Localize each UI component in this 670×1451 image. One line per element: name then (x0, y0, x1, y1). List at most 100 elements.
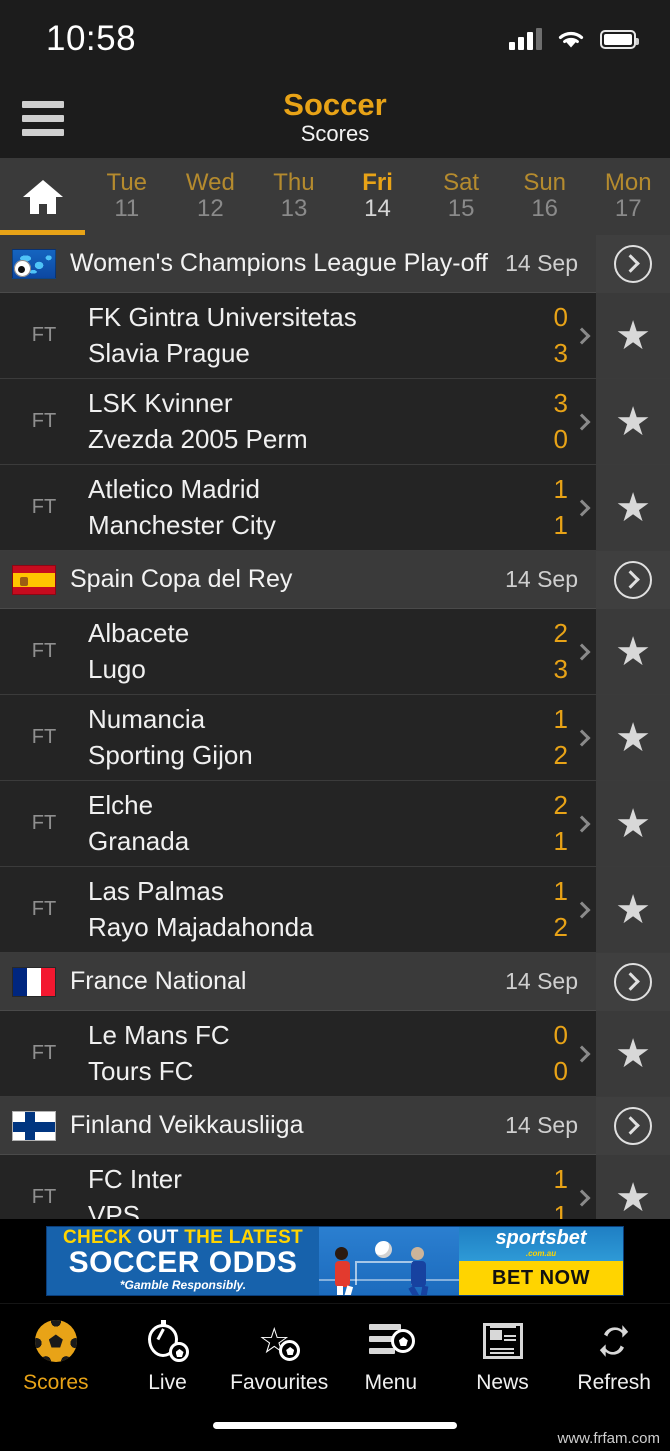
tab-home[interactable] (0, 158, 85, 235)
league-detail-button[interactable] (596, 1096, 670, 1155)
page-subtitle: Scores (300, 121, 370, 147)
away-team-name: Slavia Prague (88, 337, 250, 368)
home-team-name: FK Gintra Universitetas (88, 301, 357, 332)
date-tab-num: 14 (364, 195, 391, 223)
date-tab-bar: Tue 11 Wed 12 Thu 13 Fri 14 Sat 15 Sun 1… (0, 158, 670, 235)
date-tab-fri[interactable]: Fri 14 (336, 158, 420, 235)
league-detail-button[interactable] (596, 952, 670, 1011)
chevron-right-circle-icon (614, 560, 652, 599)
star-icon: ★ (615, 801, 651, 846)
date-tab-wed[interactable]: Wed 12 (169, 158, 253, 235)
favourite-button[interactable]: ★ (596, 609, 670, 694)
date-tab-dow: Sat (443, 169, 480, 197)
nav-item-menu[interactable]: Menu (335, 1318, 447, 1395)
away-team-name: Tours FC (88, 1055, 194, 1086)
star-icon: ★ (615, 1175, 651, 1220)
world-globe-soccer-icon (12, 248, 56, 279)
match-teams: Elche Granada (88, 781, 528, 866)
table-row[interactable]: FT Le Mans FC Tours FC 0 0 ★ (0, 1011, 670, 1097)
league-header-spain-copa-del-rey[interactable]: Spain Copa del Rey 14 Sep (0, 550, 670, 609)
table-row[interactable]: FT Atletico Madrid Manchester City 1 1 ★ (0, 465, 670, 551)
home-team-name: Elche (88, 789, 154, 820)
away-score: 0 (553, 423, 568, 454)
table-row[interactable]: FT Las Palmas Rayo Majadahonda 1 2 ★ (0, 867, 670, 953)
nav-label: Refresh (577, 1371, 651, 1394)
star-icon: ★ (615, 715, 651, 760)
league-detail-button[interactable] (596, 235, 670, 293)
chevron-right-icon (568, 781, 596, 866)
favourite-button[interactable]: ★ (596, 293, 670, 378)
league-header-finland-veikkausliiga[interactable]: Finland Veikkausliiga 14 Sep (0, 1096, 670, 1155)
ad-content[interactable]: CHECK OUT THE LATEST SOCCER ODDS *Gamble… (46, 1226, 624, 1296)
flag-france-icon (12, 966, 56, 997)
match-scores: 1 2 (528, 867, 568, 952)
chevron-right-icon (568, 465, 596, 550)
match-scores: 1 1 (528, 465, 568, 550)
chevron-right-circle-icon (614, 1106, 652, 1145)
favourite-button[interactable]: ★ (596, 379, 670, 464)
page-title: Soccer (283, 86, 387, 122)
nav-item-favourites[interactable]: ☆ Favourites (223, 1318, 335, 1395)
away-team-name: Lugo (88, 653, 146, 684)
date-tab-sat[interactable]: Sat 15 (419, 158, 503, 235)
signal-bars-icon (509, 28, 542, 50)
star-icon: ★ (615, 399, 651, 444)
match-status: FT (31, 812, 57, 834)
home-indicator[interactable] (213, 1422, 457, 1429)
favourite-button[interactable]: ★ (596, 695, 670, 780)
match-teams: Albacete Lugo (88, 609, 528, 694)
favourite-button[interactable]: ★ (596, 867, 670, 952)
ad-cta-button[interactable]: BET NOW (459, 1261, 623, 1295)
nav-item-news[interactable]: News (447, 1318, 559, 1395)
nav-item-scores[interactable]: Scores (0, 1318, 112, 1395)
date-tab-mon[interactable]: Mon 17 (586, 158, 670, 235)
away-score: 2 (553, 739, 568, 770)
table-row[interactable]: FT Numancia Sporting Gijon 1 2 ★ (0, 695, 670, 781)
ad-headline-top: CHECK OUT THE LATEST (63, 1228, 303, 1247)
favourite-button[interactable]: ★ (596, 781, 670, 866)
away-team-name: Granada (88, 825, 190, 856)
star-ball-icon: ☆ (256, 1318, 302, 1364)
hamburger-menu-icon[interactable] (22, 100, 64, 136)
nav-label: Menu (364, 1371, 418, 1394)
home-icon (22, 179, 63, 214)
ad-soccer-ball-icon (375, 1241, 392, 1258)
favourite-button[interactable]: ★ (596, 1011, 670, 1096)
star-icon: ★ (615, 1031, 651, 1076)
nav-item-live[interactable]: Live (112, 1318, 224, 1395)
date-tab-tue[interactable]: Tue 11 (85, 158, 169, 235)
table-row[interactable]: FT Elche Granada 2 1 ★ (0, 781, 670, 867)
scores-list[interactable]: Women's Champions League Play-off 14 Sep… (0, 235, 670, 1303)
menu-list-ball-icon (368, 1318, 415, 1364)
table-row[interactable]: FT FK Gintra Universitetas Slavia Prague… (0, 293, 670, 379)
table-row[interactable]: FT Albacete Lugo 2 3 ★ (0, 609, 670, 695)
date-tab-thu[interactable]: Thu 13 (252, 158, 336, 235)
home-score: 0 (553, 1019, 568, 1050)
date-tab-dow: Thu (273, 169, 315, 197)
away-team-name: Zvezda 2005 Perm (88, 423, 308, 454)
ad-brand-logo: sportsbet .com.au (459, 1227, 623, 1261)
league-header-france-national[interactable]: France National 14 Sep (0, 952, 670, 1011)
date-tab-num: 17 (614, 195, 642, 223)
advertisement-banner[interactable]: CHECK OUT THE LATEST SOCCER ODDS *Gamble… (0, 1219, 670, 1303)
league-date: 14 Sep (505, 250, 578, 276)
home-score: 1 (553, 1163, 568, 1194)
match-scores: 1 2 (528, 695, 568, 780)
league-detail-button[interactable] (596, 550, 670, 609)
flag-finland-icon (12, 1110, 56, 1141)
date-tab-dow: Mon (604, 169, 652, 197)
ad-disclaimer: *Gamble Responsibly. (119, 1278, 247, 1293)
status-indicators (509, 28, 639, 50)
ad-player-blue (408, 1247, 429, 1295)
ad-brand-panel[interactable]: sportsbet .com.au BET NOW (459, 1227, 623, 1295)
favourite-button[interactable]: ★ (596, 465, 670, 550)
home-indicator-area: www.frfam.com (0, 1409, 670, 1451)
status-bar: 10:58 (0, 0, 670, 78)
home-team-name: Numancia (88, 703, 206, 734)
date-tab-dow: Fri (362, 169, 393, 197)
nav-item-refresh[interactable]: Refresh (558, 1318, 670, 1395)
home-score: 0 (553, 301, 568, 332)
table-row[interactable]: FT LSK Kvinner Zvezda 2005 Perm 3 0 ★ (0, 379, 670, 465)
league-header-womens-champions-league[interactable]: Women's Champions League Play-off 14 Sep (0, 235, 670, 293)
date-tab-sun[interactable]: Sun 16 (503, 158, 587, 235)
